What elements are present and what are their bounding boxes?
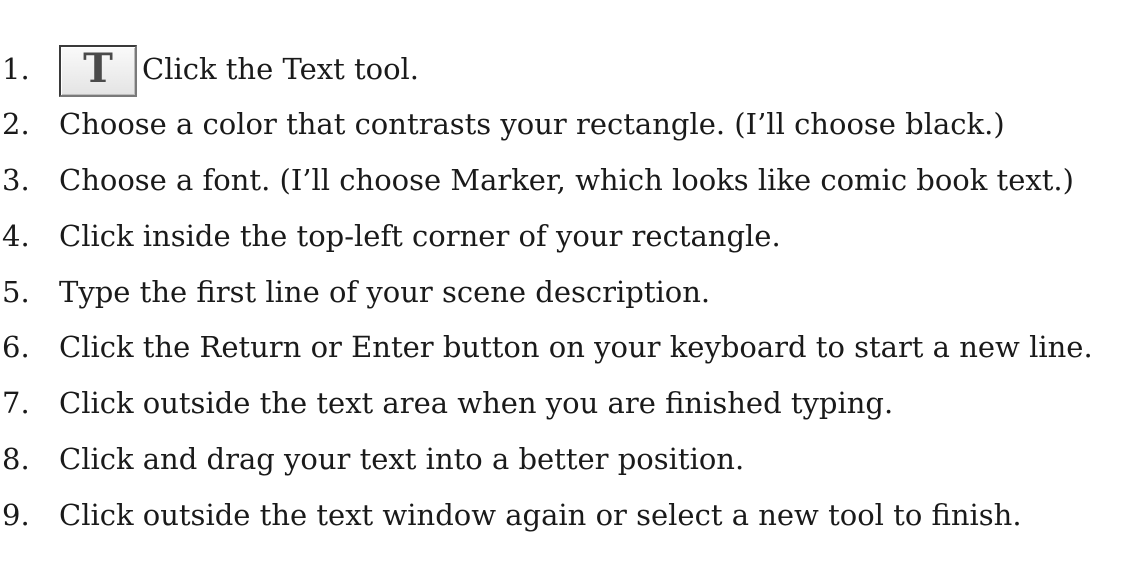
step-text: Choose a font. (I’ll choose Marker, whic… bbox=[59, 163, 1074, 197]
step-number: 7. bbox=[2, 386, 30, 420]
step-text: Click outside the text area when you are… bbox=[59, 386, 894, 420]
step-text: Choose a color that contrasts your recta… bbox=[59, 107, 1005, 141]
step-number: 4. bbox=[2, 219, 30, 253]
step-number: 8. bbox=[2, 442, 30, 476]
step-text: Type the first line of your scene descri… bbox=[59, 275, 711, 309]
step-number: 6. bbox=[2, 330, 30, 364]
text-tool-button[interactable]: T bbox=[59, 45, 137, 97]
step-number: 5. bbox=[2, 275, 30, 309]
step-text: Click the Text tool. bbox=[142, 52, 420, 86]
text-tool-icon: T bbox=[83, 45, 113, 92]
step-text: Click inside the top-left corner of your… bbox=[59, 219, 781, 253]
step-number: 9. bbox=[2, 498, 30, 532]
step-number: 1. bbox=[2, 52, 30, 86]
step-number: 2. bbox=[2, 107, 30, 141]
step-text: Click outside the text window again or s… bbox=[59, 498, 1022, 532]
step-number: 3. bbox=[2, 163, 30, 197]
step-text: Click the Return or Enter button on your… bbox=[59, 330, 1093, 364]
step-text: Click and drag your text into a better p… bbox=[59, 442, 745, 476]
